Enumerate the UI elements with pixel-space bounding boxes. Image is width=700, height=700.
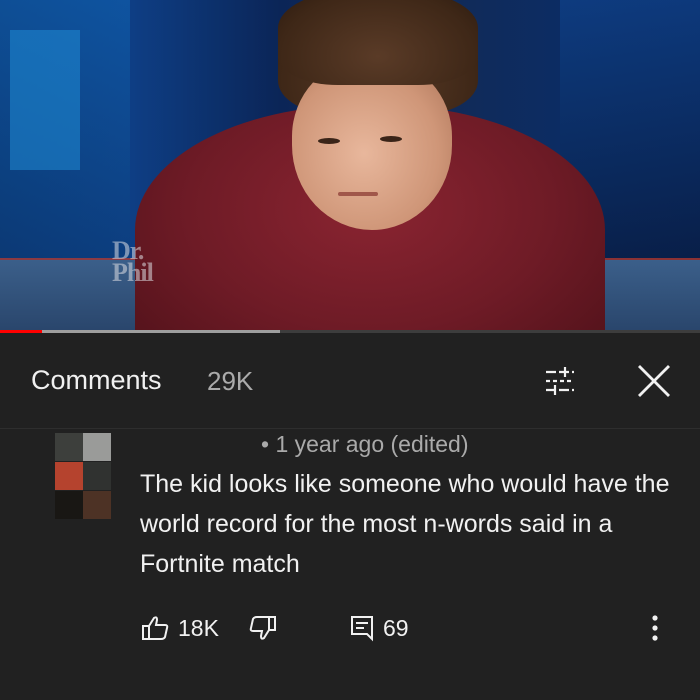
avatar-pixel — [83, 462, 111, 490]
reply-count: 69 — [383, 614, 409, 641]
avatar-pixel — [55, 491, 83, 519]
thumbs-up-icon — [142, 616, 169, 640]
more-vertical-icon — [652, 615, 658, 641]
comment-actions: 18K 69 — [0, 608, 700, 648]
video-player[interactable]: Dr. Phil — [0, 0, 700, 333]
like-button[interactable]: 18K — [140, 608, 219, 648]
avatar-pixel — [55, 433, 83, 461]
avatar[interactable] — [55, 433, 111, 519]
close-button[interactable] — [632, 359, 676, 403]
sort-filter-icon — [546, 367, 574, 395]
more-options-button[interactable] — [650, 608, 660, 648]
person-eye — [380, 136, 402, 142]
like-count: 18K — [178, 614, 219, 641]
thumbs-down-icon — [249, 616, 276, 640]
sort-filter-button[interactable] — [538, 359, 582, 403]
person-hair-fringe — [278, 0, 478, 85]
reply-button[interactable]: 69 — [349, 608, 409, 648]
avatar-pixel — [83, 433, 111, 461]
header-divider — [0, 428, 700, 429]
person-face — [292, 60, 452, 230]
close-icon — [638, 365, 670, 397]
comments-title: Comments — [31, 365, 162, 395]
dr-phil-watermark-logo: Dr. Phil — [112, 236, 154, 287]
comment-reply-icon — [351, 616, 373, 642]
background-panel — [10, 30, 80, 170]
dislike-button[interactable] — [248, 608, 278, 648]
person-mouth — [338, 192, 378, 196]
comments-count: 29K — [207, 366, 254, 396]
avatar-pixel — [83, 491, 111, 519]
comment-meta: • 1 year ago (edited) — [261, 431, 469, 457]
comments-header: Comments 29K — [0, 333, 700, 429]
comment-text: The kid looks like someone who would hav… — [140, 470, 670, 578]
avatar-pixel — [55, 462, 83, 490]
person-eye — [318, 138, 340, 144]
